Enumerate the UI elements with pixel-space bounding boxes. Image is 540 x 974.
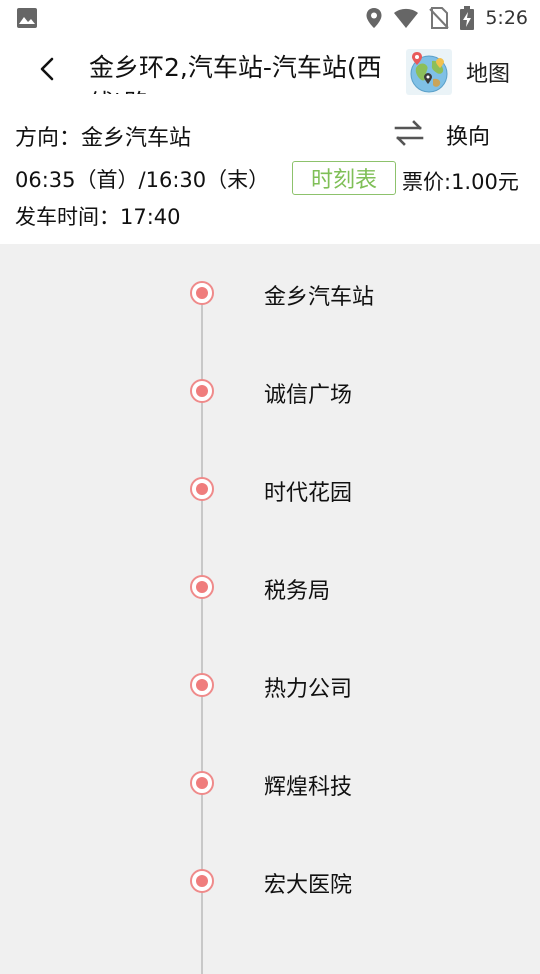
first-last-times: 06:35（首）/16:30（末）	[15, 168, 270, 192]
location-icon	[365, 7, 383, 29]
image-icon	[16, 7, 38, 29]
route-info-panel: 方向：金乡汽车站 换向 06:35（首）/16:30（末） 时刻表 票价:1.0…	[0, 106, 540, 244]
wifi-icon	[393, 7, 419, 29]
depart-time: 发车时间：17:40	[15, 205, 181, 229]
swap-arrows-icon	[392, 118, 426, 152]
stop-dot-icon	[190, 771, 214, 795]
stop-name: 宏大医院	[264, 873, 353, 898]
stop-dot-icon	[190, 379, 214, 403]
page-title: 金乡环2,汽车站-汽车站(西线)路	[89, 53, 382, 94]
stop-name: 金乡汽车站	[264, 285, 375, 310]
status-time: 5:26	[485, 7, 528, 29]
title-bar: 金乡环2,汽车站-汽车站(西线)路 地图	[0, 36, 540, 106]
list-item[interactable]: 税务局	[0, 538, 540, 636]
timetable-button[interactable]: 时刻表	[292, 161, 396, 195]
list-item[interactable]: 时代花园	[0, 440, 540, 538]
globe-map-icon	[406, 49, 452, 95]
stop-name: 时代花园	[264, 481, 353, 506]
map-button[interactable]: 地图	[406, 48, 526, 96]
stop-list: 金乡汽车站 诚信广场 时代花园 税务局 热力公司 辉煌科技 宏大医院	[0, 244, 540, 974]
swap-label: 换向	[446, 125, 491, 150]
no-sim-icon	[429, 6, 450, 30]
back-button[interactable]	[30, 54, 64, 88]
stop-name: 热力公司	[264, 677, 353, 702]
list-item[interactable]: 诚信广场	[0, 342, 540, 440]
stop-name: 税务局	[264, 579, 331, 604]
fare-text: 票价:1.00元	[402, 170, 519, 194]
list-item[interactable]: 热力公司	[0, 636, 540, 734]
stop-dot-icon	[190, 281, 214, 305]
stop-name: 辉煌科技	[264, 775, 353, 800]
list-item[interactable]: 金乡汽车站	[0, 244, 540, 342]
stop-dot-icon	[190, 575, 214, 599]
battery-charging-icon	[459, 6, 475, 30]
list-item[interactable]: 辉煌科技	[0, 734, 540, 832]
stop-name: 诚信广场	[264, 383, 353, 408]
direction-text: 方向：金乡汽车站	[15, 126, 192, 151]
status-bar: 5:26	[0, 0, 540, 36]
stop-dot-icon	[190, 673, 214, 697]
back-arrow-icon	[37, 56, 57, 86]
stop-dot-icon	[190, 477, 214, 501]
stop-dot-icon	[190, 869, 214, 893]
list-item[interactable]: 宏大医院	[0, 832, 540, 930]
map-label: 地图	[466, 62, 511, 87]
swap-direction-button[interactable]: 换向	[392, 118, 502, 152]
